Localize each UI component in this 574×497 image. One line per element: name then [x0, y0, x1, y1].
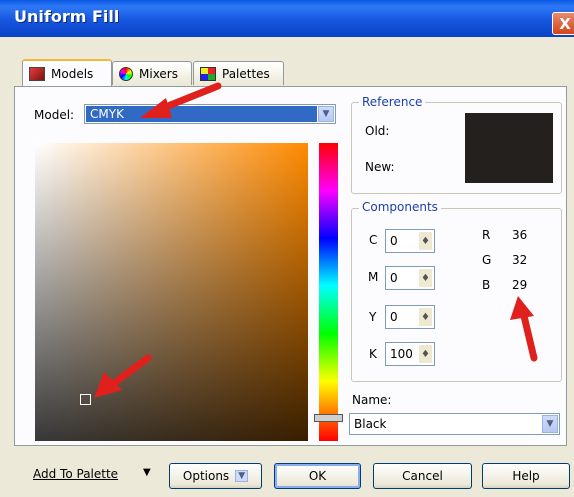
green-value: 32: [512, 253, 528, 267]
black-label: K: [369, 347, 377, 361]
hue-slider-handle[interactable]: [314, 414, 343, 422]
red-value: 36: [512, 228, 528, 242]
cyan-input[interactable]: 0 ♦: [385, 229, 435, 253]
annotation-arrow-model: [140, 82, 222, 118]
color-field[interactable]: [35, 143, 308, 441]
new-label: New:: [365, 160, 395, 174]
close-button[interactable]: X: [552, 12, 574, 35]
green-label: G: [482, 253, 492, 267]
options-chevron-icon: ▼: [235, 470, 249, 482]
chevron-down-icon[interactable]: ▼: [318, 106, 334, 122]
magenta-input[interactable]: 0 ♦: [385, 266, 435, 290]
name-select-value: Black: [354, 417, 387, 431]
black-input[interactable]: 100 ♦: [385, 342, 435, 366]
options-button[interactable]: Options ▼: [169, 463, 262, 489]
black-value: 100: [390, 347, 413, 361]
magenta-value: 0: [390, 271, 398, 285]
help-button[interactable]: Help: [482, 463, 570, 489]
reference-group-title: Reference: [359, 95, 426, 109]
models-icon: [29, 66, 45, 81]
yellow-label: Y: [369, 310, 377, 324]
hue-slider-track[interactable]: [319, 143, 338, 441]
options-label: Options: [182, 469, 230, 483]
old-label: Old:: [365, 124, 390, 138]
yellow-input[interactable]: 0 ♦: [385, 305, 435, 329]
components-group-title: Components: [359, 200, 441, 214]
close-icon: X: [559, 14, 571, 33]
black-spinner-icon[interactable]: ♦: [419, 345, 432, 363]
tab-models[interactable]: Models: [22, 59, 112, 86]
magenta-spinner-icon[interactable]: ♦: [419, 269, 432, 287]
cyan-spinner-icon[interactable]: ♦: [419, 232, 432, 250]
ok-button[interactable]: OK: [274, 463, 361, 489]
model-label: Model:: [34, 108, 75, 122]
cancel-button[interactable]: Cancel: [373, 463, 472, 489]
name-chevron-down-icon[interactable]: ▼: [542, 415, 558, 433]
red-label: R: [482, 228, 491, 242]
blue-label: B: [482, 278, 491, 292]
yellow-spinner-icon[interactable]: ♦: [419, 308, 432, 326]
reference-swatch: [465, 113, 553, 183]
annotation-arrow-marker: [94, 354, 152, 398]
name-label: Name:: [352, 393, 392, 407]
cyan-value: 0: [390, 234, 398, 248]
yellow-value: 0: [390, 310, 398, 324]
add-to-palette-dropdown-icon[interactable]: ▼: [143, 467, 151, 478]
tab-models-label: Models: [51, 66, 94, 81]
window-title: Uniform Fill: [14, 7, 120, 26]
add-to-palette-button[interactable]: Add To Palette: [33, 467, 118, 481]
cyan-label: C: [369, 233, 378, 247]
annotation-arrow-rgb: [510, 296, 538, 362]
name-select[interactable]: Black ▼: [349, 413, 560, 435]
magenta-label: M: [368, 270, 379, 284]
